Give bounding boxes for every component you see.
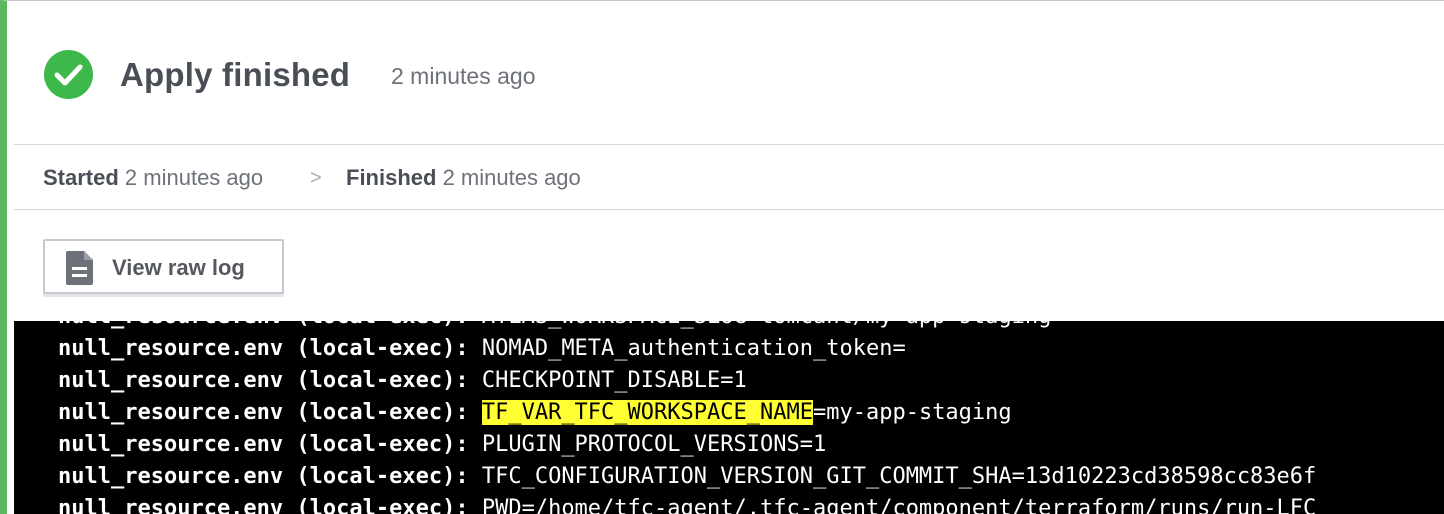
apply-header: Apply finished 2 minutes ago: [14, 2, 1444, 145]
finished-segment: Finished 2 minutes ago: [346, 165, 581, 191]
log-line: null_resource.env (local-exec): PWD=/hom…: [58, 496, 1317, 514]
started-label: Started: [43, 165, 119, 190]
apply-title: Apply finished: [120, 56, 351, 93]
apply-panel: Apply finished 2 minutes ago Started 2 m…: [0, 0, 1444, 514]
check-circle-icon: [44, 50, 93, 99]
log-line: null_resource.env (local-exec): PLUGIN_P…: [58, 432, 827, 457]
view-raw-log-label: View raw log: [112, 255, 245, 280]
started-segment: Started 2 minutes ago: [43, 165, 263, 191]
apply-timeline: Started 2 minutes ago > Finished 2 minut…: [14, 146, 1444, 210]
finished-label: Finished: [346, 165, 437, 190]
log-line: null_resource.env (local-exec): ATLAS_WO…: [58, 321, 1051, 333]
log-line: null_resource.env (local-exec): TF_VAR_T…: [58, 400, 1012, 425]
log-output[interactable]: null_resource.env (local-exec): ATLAS_WO…: [14, 321, 1444, 514]
document-icon: [65, 250, 95, 291]
started-time: 2 minutes ago: [124, 165, 264, 190]
view-raw-log-button[interactable]: View raw log: [43, 239, 284, 294]
log-toolbar: View raw log: [14, 211, 1444, 321]
log-line: null_resource.env (local-exec): TFC_CONF…: [58, 464, 1317, 489]
apply-time: 2 minutes ago: [391, 63, 536, 89]
log-line: null_resource.env (local-exec): NOMAD_ME…: [58, 336, 906, 361]
search-highlight: TF_VAR_TFC_WORKSPACE_NAME: [481, 400, 813, 425]
finished-time: 2 minutes ago: [442, 165, 581, 190]
timeline-separator: >: [310, 167, 322, 189]
log-line: null_resource.env (local-exec): CHECKPOI…: [58, 368, 747, 393]
